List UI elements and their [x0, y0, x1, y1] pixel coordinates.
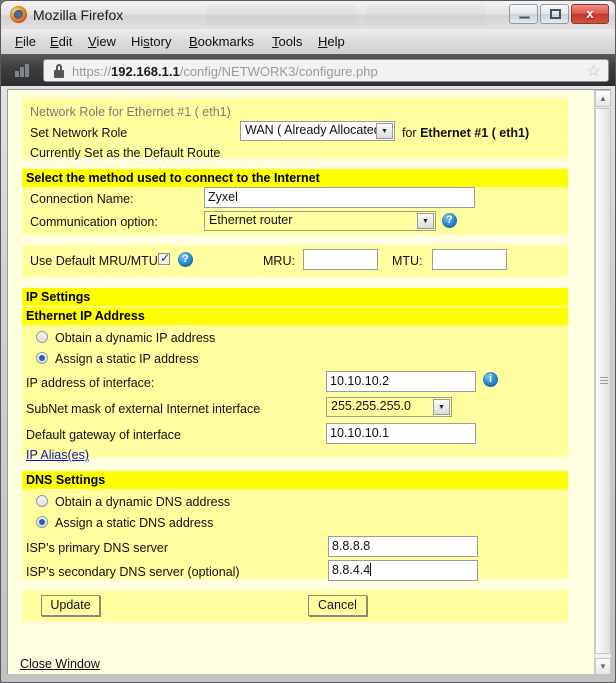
lock-icon [54, 64, 64, 78]
mtu-input[interactable] [432, 249, 507, 270]
radio-obtain-dynamic-dns[interactable] [36, 495, 48, 507]
scrollbar-thumb[interactable] [595, 108, 611, 654]
secondary-dns-value: 8.8.4.4 [332, 563, 371, 577]
menu-bookmarks[interactable]: Bookmarks [185, 33, 258, 51]
chevron-down-icon[interactable]: ▼ [376, 123, 393, 139]
connection-name-label: Connection Name: [30, 192, 134, 206]
menu-bar: File Edit View History Bookmarks Tools H… [1, 29, 615, 77]
ip-alias-link[interactable]: IP Alias(es) [26, 448, 89, 463]
subnet-mask-select[interactable]: 255.255.255.0 ▼ [326, 397, 452, 417]
bookmark-star-icon[interactable]: ☆ [585, 63, 602, 80]
menu-history[interactable]: History [127, 33, 175, 51]
connection-name-input[interactable]: Zyxel [204, 187, 475, 208]
communication-option-value: Ethernet router [209, 213, 293, 227]
primary-dns-label: ISP's primary DNS server [26, 541, 168, 555]
url-bar[interactable]: https://192.168.1.1/config/NETWORK3/conf… [43, 59, 609, 82]
secondary-dns-input[interactable]: 8.8.4.4 [328, 560, 478, 581]
menu-edit[interactable]: Edit [46, 33, 76, 51]
update-button[interactable]: Update [41, 595, 100, 616]
minimize-button[interactable] [509, 4, 538, 24]
minimize-icon [519, 16, 530, 19]
maximize-button[interactable] [540, 4, 569, 24]
default-gateway-label: Default gateway of interface [26, 428, 181, 442]
scrollbar-grip-icon [600, 377, 608, 385]
url-text: https://192.168.1.1/config/NETWORK3/conf… [72, 62, 378, 81]
ip-address-info-icon[interactable]: i [483, 372, 498, 387]
chevron-down-icon[interactable]: ▼ [417, 213, 434, 229]
mru-label: MRU: [263, 254, 295, 268]
set-network-role-label: Set Network Role [30, 126, 128, 140]
vertical-scrollbar[interactable]: ▲ ▼ [594, 90, 611, 674]
communication-option-label: Communication option: [30, 215, 158, 229]
background-tab-ghost [206, 4, 356, 26]
window-title: Mozilla Firefox [33, 7, 124, 23]
communication-help-icon[interactable]: ? [442, 213, 457, 228]
subnet-mask-value: 255.255.255.0 [331, 399, 411, 413]
radio-assign-static-ip-label: Assign a static IP address [55, 352, 199, 366]
close-icon: x [586, 6, 594, 21]
close-window-link[interactable]: Close Window [20, 657, 100, 672]
actions-panel [22, 590, 568, 622]
primary-dns-input[interactable]: 8.8.8.8 [328, 536, 478, 557]
network-role-title: Network Role for Ethernet #1 ( eth1) [30, 105, 231, 119]
subnet-mask-label: SubNet mask of external Internet interfa… [26, 402, 261, 416]
communication-option-select[interactable]: Ethernet router ▼ [204, 211, 436, 231]
chevron-down-icon[interactable]: ▼ [433, 399, 450, 415]
chart-icon [15, 64, 33, 77]
router-config-page: Network Role for Ethernet #1 ( eth1) Set… [8, 90, 594, 674]
page-viewport: Network Role for Ethernet #1 ( eth1) Set… [7, 89, 611, 674]
network-role-select[interactable]: WAN ( Already Allocated) ▼ [240, 121, 395, 141]
cancel-button[interactable]: Cancel [308, 595, 367, 616]
scroll-down-button[interactable]: ▼ [595, 658, 611, 674]
method-section-header: Select the method used to connect to the… [22, 169, 568, 187]
url-host: 192.168.1.1 [111, 64, 180, 79]
mtu-label: MTU: [392, 254, 423, 268]
title-bar: Mozilla Firefox x [1, 1, 615, 30]
use-default-mru-mtu-checkbox[interactable] [158, 251, 170, 265]
ethernet-ip-address-header: Ethernet IP Address [22, 307, 568, 325]
close-button[interactable]: x [571, 4, 609, 24]
radio-obtain-dynamic-ip-label: Obtain a dynamic IP address [55, 331, 216, 345]
mru-input[interactable] [303, 249, 378, 270]
network-role-suffix: for Ethernet #1 ( eth1) [402, 126, 530, 140]
radio-assign-static-dns-label: Assign a static DNS address [55, 516, 214, 530]
radio-assign-static-ip[interactable] [36, 352, 48, 364]
url-path: /config/NETWORK3/configure.php [179, 64, 378, 79]
dns-settings-header: DNS Settings [22, 471, 568, 489]
radio-assign-static-dns[interactable] [36, 516, 48, 528]
network-role-interface: Ethernet #1 ( eth1) [420, 126, 530, 140]
default-route-note: Currently Set as the Default Route [30, 146, 221, 160]
default-gateway-input[interactable]: 10.10.10.1 [326, 423, 476, 444]
network-role-value: WAN ( Already Allocated) [245, 123, 385, 137]
url-scheme: https:// [72, 64, 112, 79]
firefox-logo-icon [10, 6, 27, 23]
firefox-window: Mozilla Firefox x File Edit View History… [0, 0, 616, 683]
navigation-toolbar: https://192.168.1.1/config/NETWORK3/conf… [1, 54, 615, 132]
ip-address-input[interactable]: 10.10.10.2 [326, 371, 476, 392]
use-default-mru-mtu-label: Use Default MRU/MTU: [30, 254, 162, 268]
ip-settings-header: IP Settings [22, 288, 568, 306]
ip-address-label: IP address of interface: [26, 376, 155, 390]
menu-help[interactable]: Help [314, 33, 349, 51]
menu-view[interactable]: View [84, 33, 120, 51]
maximize-icon [550, 9, 561, 19]
secondary-dns-label: ISP's secondary DNS server (optional) [26, 565, 240, 579]
mru-mtu-help-icon[interactable]: ? [178, 252, 193, 267]
radio-obtain-dynamic-ip[interactable] [36, 331, 48, 343]
menu-file[interactable]: File [11, 33, 40, 51]
text-caret [370, 563, 372, 576]
background-tab-ghost [366, 4, 486, 26]
menu-tools[interactable]: Tools [268, 33, 306, 51]
scroll-up-button[interactable]: ▲ [595, 90, 611, 107]
radio-obtain-dynamic-dns-label: Obtain a dynamic DNS address [55, 495, 231, 509]
